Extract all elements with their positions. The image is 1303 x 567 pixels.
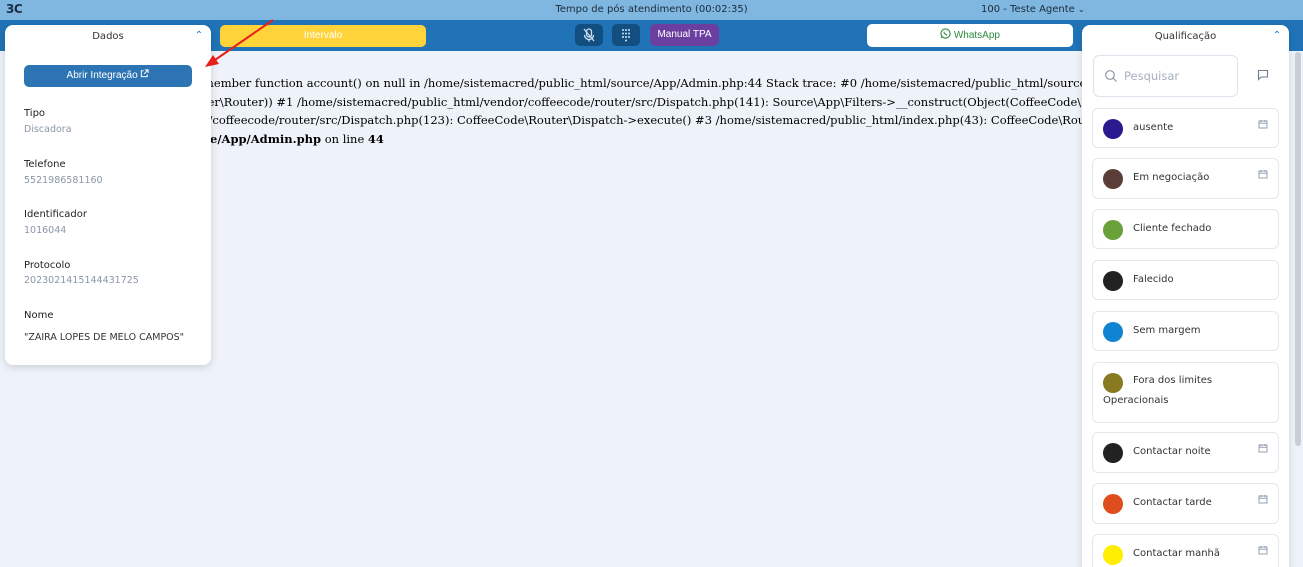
color-dot bbox=[1103, 443, 1123, 463]
qualificacao-item-contactar-tarde[interactable]: Contactar tarde bbox=[1092, 483, 1279, 524]
dialpad-button[interactable] bbox=[612, 24, 640, 46]
dados-panel: Dados ⌃ Abrir Integração Tipo Discadora … bbox=[5, 25, 211, 365]
manual-tpa-button[interactable]: Manual TPA bbox=[650, 24, 719, 46]
color-dot bbox=[1103, 220, 1123, 240]
tipo-label: Tipo bbox=[24, 108, 46, 119]
qualificacao-panel: Qualificação ⌃ ausente Em negociação Cli… bbox=[1082, 25, 1289, 567]
error-line: member function account() on null in /ho… bbox=[203, 76, 1083, 90]
php-error-message: member function account() on null in /ho… bbox=[203, 74, 1083, 148]
qualificacao-item-falecido[interactable]: Falecido bbox=[1092, 260, 1279, 300]
qualificacao-item-contactar-noite[interactable]: Contactar noite bbox=[1092, 432, 1279, 473]
agent-menu[interactable]: 100 - Teste Agente ⌄ bbox=[981, 4, 1085, 15]
qualificacao-label: Sem margem bbox=[1133, 325, 1201, 336]
color-dot bbox=[1103, 322, 1123, 342]
telefone-value: 5521986581160 bbox=[24, 175, 103, 186]
identificador-value: 1016044 bbox=[24, 225, 67, 236]
whatsapp-icon bbox=[940, 28, 951, 39]
integracao-label: Abrir Integração bbox=[66, 70, 138, 81]
nome-value: "ZAIRA LOPES DE MELO CAMPOS" bbox=[24, 332, 185, 343]
qualificacao-label: Fora dos limites Operacionais bbox=[1103, 375, 1213, 406]
error-line: r/coffeecode/router/src/Dispatch.php(123… bbox=[203, 113, 1083, 128]
qualificacao-item-cliente-fechado[interactable]: Cliente fechado bbox=[1092, 209, 1279, 249]
color-dot bbox=[1103, 169, 1123, 189]
calendar-icon bbox=[1258, 120, 1268, 129]
calendar-icon bbox=[1258, 495, 1268, 504]
error-line: ce/App/Admin.php on line 44 bbox=[203, 130, 1083, 149]
whatsapp-label: WhatsApp bbox=[953, 30, 1000, 41]
telefone-label: Telefone bbox=[24, 159, 66, 170]
agent-label: 100 - Teste Agente bbox=[981, 4, 1075, 15]
external-link-icon bbox=[141, 69, 150, 78]
microphone-off-icon bbox=[583, 28, 595, 42]
whatsapp-button[interactable]: WhatsApp bbox=[867, 24, 1073, 47]
qualificacao-item-em-negociacao[interactable]: Em negociação bbox=[1092, 158, 1279, 199]
abrir-integracao-button[interactable]: Abrir Integração bbox=[24, 65, 192, 87]
color-dot bbox=[1103, 271, 1123, 291]
qualificacao-item-ausente[interactable]: ausente bbox=[1092, 108, 1279, 148]
top-status-bar: 3C Tempo de pós atendimento (00:02:35) 1… bbox=[0, 0, 1303, 20]
page-scrollbar[interactable] bbox=[1295, 52, 1301, 446]
error-file: ce/App/Admin.php bbox=[203, 131, 322, 146]
post-call-timer: Tempo de pós atendimento (00:02:35) bbox=[555, 4, 748, 15]
tipo-value: Discadora bbox=[24, 124, 72, 135]
panel-title: Dados bbox=[92, 31, 124, 42]
qualificacao-item-fora-dos-limites[interactable]: Fora dos limites Operacionais bbox=[1092, 362, 1279, 423]
qualificacao-item-sem-margem[interactable]: Sem margem bbox=[1092, 311, 1279, 351]
qualificacao-label: Falecido bbox=[1133, 274, 1174, 285]
protocolo-value: 20230214151444317​25 bbox=[24, 275, 139, 286]
qualificacao-label: ausente bbox=[1133, 122, 1174, 133]
qualificacao-label: Cliente fechado bbox=[1133, 223, 1212, 234]
chevron-down-icon: ⌄ bbox=[1078, 5, 1085, 14]
search-icon bbox=[1105, 70, 1117, 82]
qualificacao-item-contactar-manha[interactable]: Contactar manhã bbox=[1092, 534, 1279, 567]
color-dot bbox=[1103, 545, 1123, 565]
color-dot bbox=[1103, 494, 1123, 514]
protocolo-label: Protocolo bbox=[24, 260, 71, 271]
comment-icon[interactable] bbox=[1256, 68, 1270, 82]
collapse-up-icon[interactable]: ⌃ bbox=[1271, 30, 1283, 42]
calendar-icon bbox=[1258, 546, 1268, 555]
error-line: ter\Router)) #1 /home/sistemacred/public… bbox=[203, 94, 1083, 109]
dialpad-icon bbox=[622, 29, 630, 42]
mute-microphone-button[interactable] bbox=[575, 24, 603, 46]
nome-label: Nome bbox=[24, 310, 54, 321]
search-input[interactable] bbox=[1124, 67, 1234, 85]
identificador-label: Identificador bbox=[24, 209, 87, 220]
qualificacao-label: Contactar noite bbox=[1133, 446, 1211, 457]
color-dot bbox=[1103, 119, 1123, 139]
qualificacao-label: Em negociação bbox=[1133, 172, 1210, 183]
calendar-icon bbox=[1258, 170, 1268, 179]
calendar-icon bbox=[1258, 444, 1268, 453]
error-line-number: 44 bbox=[367, 131, 384, 146]
annotation-arrow-icon bbox=[205, 19, 274, 67]
qualificacao-search bbox=[1093, 55, 1238, 97]
panel-title: Qualificação bbox=[1154, 31, 1217, 42]
error-text: on line bbox=[321, 131, 368, 146]
qualificacao-label: Contactar tarde bbox=[1133, 497, 1212, 508]
qualificacao-label: Contactar manhã bbox=[1133, 548, 1220, 559]
